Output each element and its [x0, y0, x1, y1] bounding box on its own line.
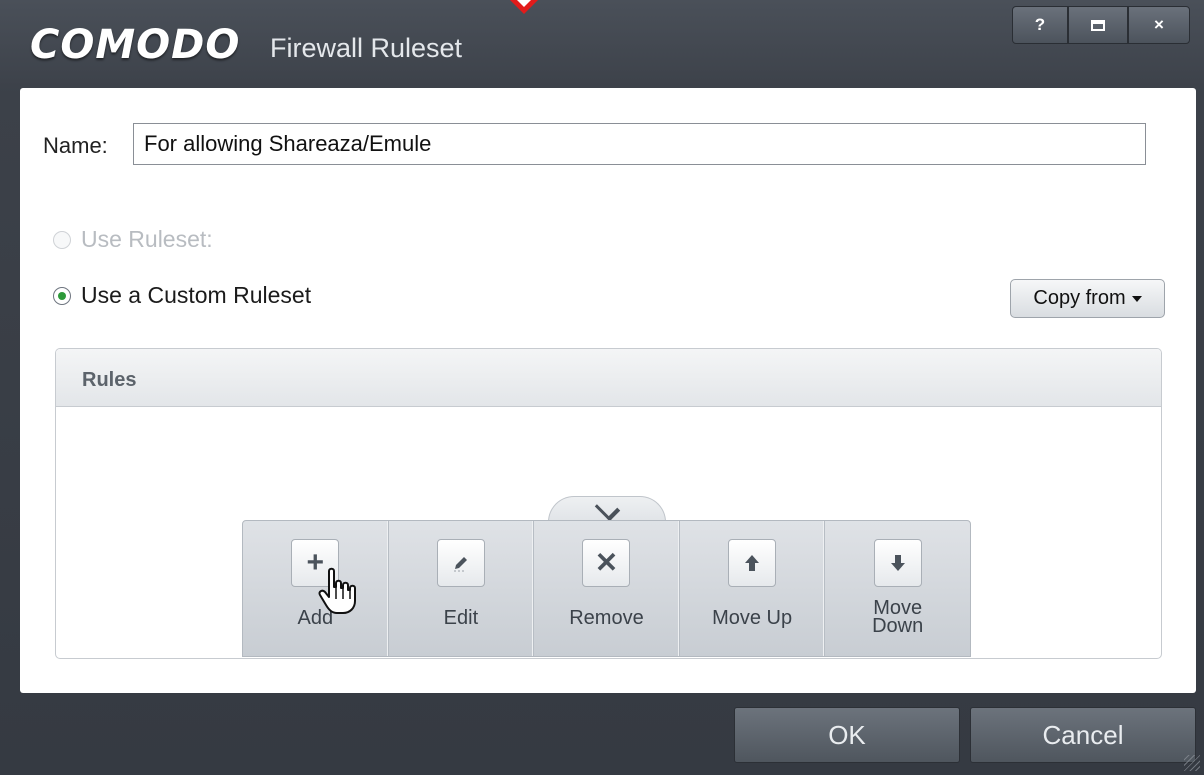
edit-rule-button[interactable]: Edit	[389, 521, 535, 656]
chevron-down-icon	[1131, 295, 1142, 302]
maximize-icon	[1091, 19, 1105, 31]
help-button[interactable]: ?	[1012, 6, 1068, 44]
window-title: Firewall Ruleset	[270, 33, 463, 63]
maximize-button[interactable]	[1068, 6, 1128, 44]
edit-label: Edit	[443, 607, 479, 629]
help-icon: ?	[1034, 15, 1046, 34]
title-bar[interactable]: COMODO Firewall Ruleset ? ×	[0, 0, 1204, 88]
use-custom-ruleset-radio[interactable]	[53, 286, 71, 305]
name-field[interactable]	[133, 123, 1146, 165]
close-icon: ×	[1154, 15, 1164, 34]
remove-label: Remove	[569, 607, 644, 629]
cancel-button[interactable]: Cancel	[970, 707, 1196, 763]
use-custom-ruleset-option[interactable]: Use a Custom Ruleset	[53, 282, 311, 309]
name-label: Name:	[43, 133, 108, 158]
remove-rule-button[interactable]: ✕ Remove	[534, 521, 680, 656]
ok-button[interactable]: OK	[734, 707, 960, 763]
resize-grip-icon[interactable]	[1184, 755, 1200, 771]
copy-from-button[interactable]: Copy from	[1010, 279, 1165, 318]
hand-cursor-icon	[318, 567, 356, 614]
window-controls: ? ×	[1012, 6, 1190, 44]
move-down-button[interactable]: Move Down	[825, 521, 970, 656]
arrow-down-icon	[873, 539, 922, 587]
use-ruleset-label: Use Ruleset:	[81, 226, 213, 252]
annotation-arrow-inner-icon	[517, 0, 531, 7]
radio-selected-dot	[58, 291, 66, 300]
x-icon: ✕	[582, 539, 631, 587]
add-rule-button[interactable]: + Add	[243, 521, 389, 656]
chevron-down-icon	[594, 495, 620, 522]
ok-label: OK	[828, 719, 866, 750]
use-ruleset-option: Use Ruleset:	[53, 226, 213, 253]
move-up-label: Move Up	[712, 607, 793, 629]
use-ruleset-radio	[53, 230, 71, 249]
rules-heading: Rules	[56, 349, 1161, 407]
arrow-up-icon	[728, 539, 777, 587]
comodo-logo: COMODO	[30, 22, 241, 68]
firewall-ruleset-window: COMODO Firewall Ruleset ? × Name: Use Ru…	[0, 0, 1204, 775]
cancel-label: Cancel	[1042, 719, 1124, 750]
close-button[interactable]: ×	[1128, 6, 1190, 44]
copy-from-label: Copy from	[1033, 287, 1126, 309]
move-up-button[interactable]: Move Up	[680, 521, 826, 656]
use-custom-ruleset-label: Use a Custom Ruleset	[81, 282, 312, 308]
move-down-label: Move Down	[872, 597, 924, 637]
pencil-icon	[436, 539, 485, 587]
